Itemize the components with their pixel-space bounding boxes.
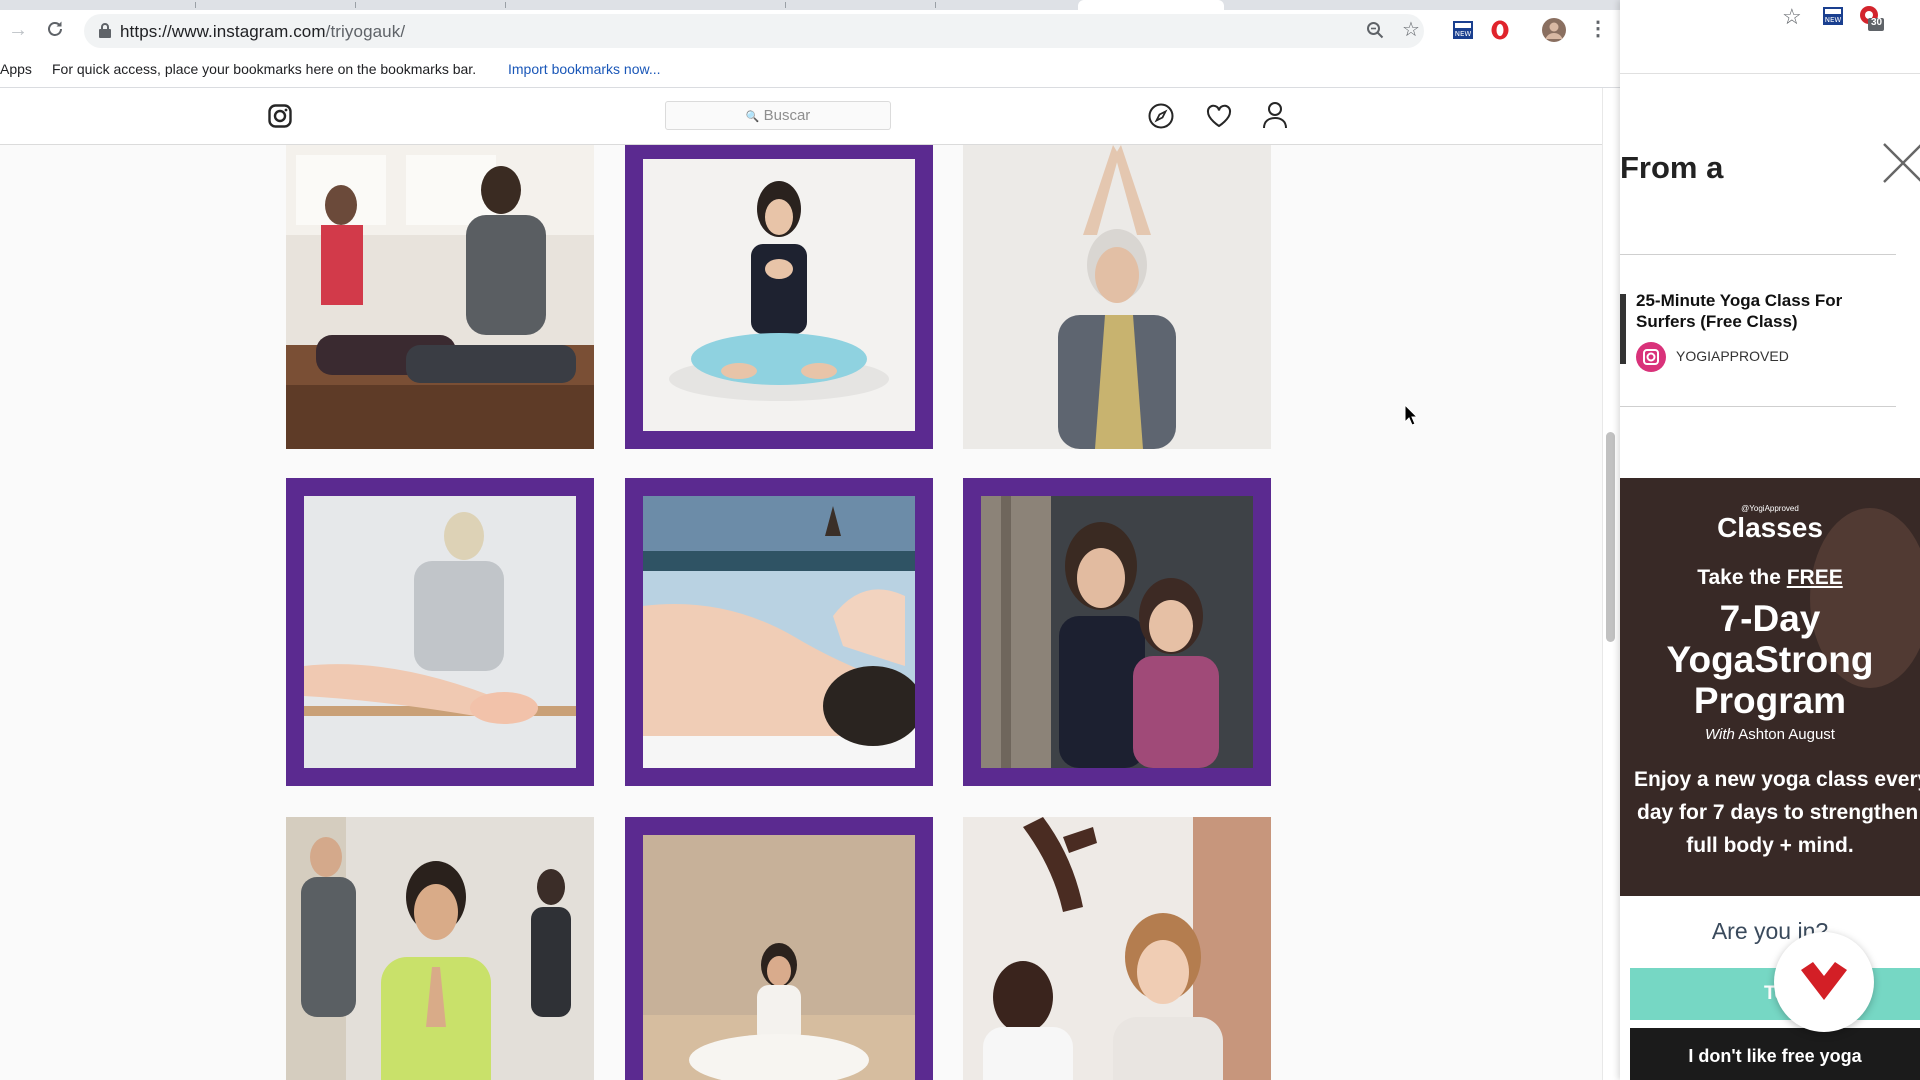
mouse-cursor-icon [1404, 404, 1418, 426]
article-title[interactable]: 25-Minute Yoga Class For Surfers (Free C… [1636, 290, 1896, 332]
post-tile-woman-cross-legged-meditation[interactable] [625, 145, 933, 449]
url-host: https://www.instagram.com [120, 22, 326, 41]
forward-icon[interactable]: → [8, 20, 28, 40]
post-tile-women-arm-raised[interactable] [963, 817, 1271, 1080]
tab-strip [0, 0, 1620, 10]
post-image-frame [643, 159, 915, 431]
reload-icon[interactable] [45, 19, 65, 43]
promo-body-line1: Enjoy a new yoga class every [1634, 768, 1920, 791]
tab-separator [505, 2, 506, 8]
bookmarks-hint: For quick access, place your bookmarks h… [52, 61, 477, 77]
question-text: Are you in? [1711, 918, 1829, 944]
article-thumbnail[interactable] [1620, 294, 1626, 364]
browser-toolbar: → https://www.instagram.com/triyogauk/ ☆… [0, 10, 1620, 52]
post-image-frame [981, 496, 1253, 768]
profile-icon[interactable] [1262, 101, 1288, 134]
heart-icon[interactable] [1206, 103, 1232, 134]
post-image [304, 496, 576, 768]
url-path: /triyogauk/ [325, 22, 406, 41]
svg-text:NEW: NEW [1455, 30, 1472, 38]
promo-instructor: With Ashton August [1620, 726, 1920, 743]
lock-icon [98, 22, 112, 43]
compass-icon[interactable] [1148, 103, 1174, 134]
browser-window: → https://www.instagram.com/triyogauk/ ☆… [0, 0, 1620, 1080]
close-icon[interactable] [1878, 138, 1920, 186]
promo-body-line3: full body + mind. [1686, 834, 1854, 857]
promo-with: With [1705, 726, 1735, 743]
search-icon: 🔍 [745, 111, 760, 123]
post-tile-acupuncture-face[interactable] [625, 478, 933, 786]
post-image [963, 817, 1271, 1080]
post-image [643, 835, 915, 1080]
dislike-free-yoga-button[interactable]: I don't like free yoga [1630, 1028, 1920, 1080]
tab-separator [935, 2, 936, 8]
news-extension-icon[interactable]: NEW [1452, 20, 1474, 44]
side-browser-window: ☆ NEW 30 From a 25-Minute Yoga Class For… [1620, 0, 1920, 1080]
post-image [963, 145, 1271, 449]
post-tile-seated-forward-pose[interactable] [625, 817, 933, 1080]
apps-link[interactable]: Apps [0, 61, 32, 77]
post-image [981, 496, 1253, 768]
yogiapproved-logo-icon [1636, 342, 1666, 372]
panel-heading: From a [1620, 150, 1724, 185]
bookmarks-bar: Apps For quick access, place your bookma… [0, 52, 1620, 88]
news-extension-icon[interactable]: NEW [1822, 6, 1844, 31]
extension-badge: 30 [1871, 17, 1883, 28]
import-bookmarks-link[interactable]: Import bookmarks now... [508, 61, 661, 77]
post-image-frame [643, 496, 915, 768]
post-image-frame [643, 835, 915, 1080]
avatar[interactable] [1542, 18, 1566, 46]
post-image [643, 496, 915, 768]
side-browser-toolbar: ☆ NEW 30 [1620, 0, 1920, 74]
floating-action-button[interactable] [1774, 932, 1874, 1032]
promo-free: FREE [1786, 566, 1843, 589]
post-image [286, 817, 594, 1080]
article-source-name: YOGIAPPROVED [1676, 348, 1789, 364]
post-tile-class-prayer-hands[interactable] [286, 817, 594, 1080]
promo-take-the-text: Take the [1697, 566, 1781, 589]
search-placeholder: Buscar [763, 107, 811, 124]
promo-banner[interactable]: @YogiApproved Classes Take the FREE 7-Da… [1620, 478, 1920, 896]
bookmark-star-icon[interactable]: ☆ [1402, 20, 1420, 40]
instagram-header: 🔍 Buscar [0, 88, 1602, 145]
promo-brand: Classes [1717, 512, 1823, 543]
promo-line2: YogaStrong [1666, 639, 1874, 680]
tab-separator [195, 2, 196, 8]
post-image [643, 159, 915, 431]
address-bar[interactable]: https://www.instagram.com/triyogauk/ ☆ [84, 14, 1424, 48]
post-image [286, 145, 594, 449]
divider [1620, 406, 1896, 407]
tab-separator [785, 2, 786, 8]
posts-grid [0, 145, 1602, 1080]
scrollbar-thumb[interactable] [1606, 432, 1615, 642]
promo-body-line2: day for 7 days to strengthen [1637, 801, 1919, 824]
post-tile-two-women-portrait[interactable] [963, 478, 1271, 786]
instagram-logo-icon[interactable] [268, 104, 292, 133]
post-image-frame [304, 496, 576, 768]
menu-kebab-icon[interactable]: ⋮ [1588, 19, 1608, 39]
svg-text:NEW: NEW [1825, 16, 1842, 24]
bookmark-star-icon[interactable]: ☆ [1782, 4, 1802, 30]
promo-instructor-name: Ashton August [1738, 726, 1835, 743]
opera-icon[interactable] [1490, 19, 1510, 45]
tab-separator [355, 2, 356, 8]
post-tile-older-woman-arms-raised[interactable] [963, 145, 1271, 449]
promo-take-the: Take the FREE [1620, 566, 1920, 590]
promo-line1: 7-Day [1719, 598, 1821, 639]
promo-line3: Program [1693, 680, 1847, 721]
divider [1620, 254, 1896, 255]
active-tab[interactable] [1078, 0, 1224, 10]
post-tile-ballet-barre[interactable] [286, 478, 594, 786]
post-tile-class-seated-stretch[interactable] [286, 145, 594, 449]
search-input[interactable]: 🔍 Buscar [665, 101, 891, 130]
zoom-icon[interactable] [1366, 21, 1384, 43]
chevron-logo-icon [1801, 962, 1847, 1000]
url-text: https://www.instagram.com/triyogauk/ [120, 22, 405, 42]
